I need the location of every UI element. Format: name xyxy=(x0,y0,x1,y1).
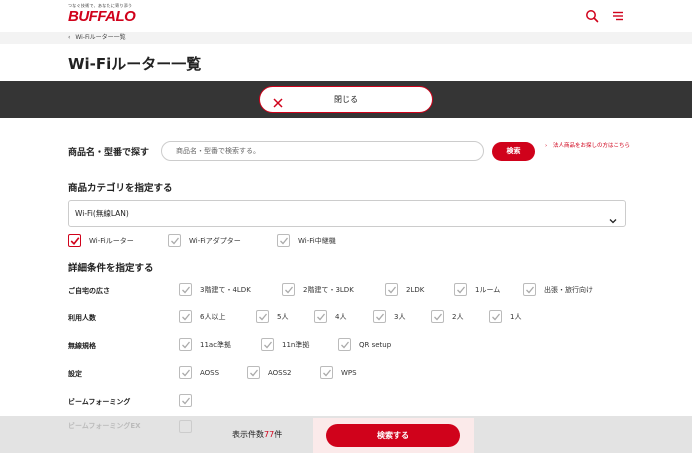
result-count-number: 77 xyxy=(264,430,275,439)
detail-checkbox[interactable]: 1人 xyxy=(489,310,521,323)
close-button[interactable]: 閉じる xyxy=(259,86,433,113)
checkbox-box xyxy=(277,234,290,247)
search-button[interactable]: 検索 xyxy=(492,142,535,161)
detail-checkbox[interactable]: 3階建て・4LDK xyxy=(179,283,251,296)
category-checkbox[interactable]: Wi-Fiルーター xyxy=(68,234,134,247)
checkbox-box xyxy=(489,310,502,323)
checkbox-box xyxy=(523,283,536,296)
category-section-title: 商品カテゴリを指定する xyxy=(68,183,173,194)
search-label: 商品名・型番で探す xyxy=(68,148,150,158)
checkbox-box xyxy=(282,283,295,296)
menu-icon[interactable] xyxy=(611,8,625,22)
checkbox-box xyxy=(385,283,398,296)
checkbox-box xyxy=(314,310,327,323)
breadcrumb: ‹ Wi-Fiルーター一覧 xyxy=(0,32,692,44)
checkbox-label: 2階建て・3LDK xyxy=(303,285,354,294)
breadcrumb-arrow-icon: ‹ xyxy=(68,34,71,41)
checkbox-box xyxy=(168,234,181,247)
detail-row-label: ご自宅の広さ xyxy=(68,287,110,295)
checkbox-box xyxy=(454,283,467,296)
checkbox-box xyxy=(179,338,192,351)
checkbox-label: 11ac準拠 xyxy=(200,340,232,349)
category-select-value: Wi-Fi(無線LAN) xyxy=(75,209,129,218)
detail-checkbox[interactable]: 2人 xyxy=(431,310,463,323)
checkbox-label: 出張・旅行向け xyxy=(544,285,593,294)
detail-checkbox[interactable]: 6人以上 xyxy=(179,310,225,323)
detail-checkbox[interactable]: 3人 xyxy=(373,310,405,323)
corporate-products-link[interactable]: › 法人商品をお探しの方はこちら xyxy=(545,142,635,151)
detail-checkbox[interactable]: 11ac準拠 xyxy=(179,338,231,351)
detail-checkbox[interactable]: 2LDK xyxy=(385,283,424,296)
detail-row-label: ビームフォーミング xyxy=(68,398,131,406)
details-section-title: 詳細条件を指定する xyxy=(68,263,154,274)
checkbox-label: Wi-Fiルーター xyxy=(89,236,134,245)
checkbox-box xyxy=(179,394,192,407)
detail-checkbox[interactable] xyxy=(179,394,200,407)
checkbox-label: 6人以上 xyxy=(200,312,226,321)
detail-checkbox[interactable]: 4人 xyxy=(314,310,346,323)
checkbox-box xyxy=(373,310,386,323)
detail-checkbox[interactable]: QR setup xyxy=(338,338,391,351)
logo-text: BUFFALO xyxy=(68,8,136,25)
checkbox-label: 3階建て・4LDK xyxy=(200,285,251,294)
corporate-products-link-text: 法人商品をお探しの方はこちら xyxy=(553,143,631,149)
result-count-prefix: 表示件数 xyxy=(232,430,264,439)
detail-checkbox[interactable]: WPS xyxy=(320,366,357,379)
checkbox-box xyxy=(68,234,81,247)
category-checkbox[interactable]: Wi-Fi中継機 xyxy=(277,234,336,247)
checkbox-label: Wi-Fi中継機 xyxy=(298,236,336,245)
checkbox-label: 1人 xyxy=(510,312,522,321)
checkbox-box xyxy=(179,283,192,296)
detail-row-label: 設定 xyxy=(68,370,82,378)
checkbox-box xyxy=(431,310,444,323)
checkbox-box xyxy=(179,366,192,379)
checkbox-label: 11n準拠 xyxy=(282,340,310,349)
result-count-suffix: 件 xyxy=(274,430,283,439)
site-header: つなぐ技術で、あなたに寄り添う BUFFALO xyxy=(0,0,692,32)
result-count: 表示件数77件 xyxy=(232,429,282,440)
checkbox-box xyxy=(338,338,351,351)
category-checkbox[interactable]: Wi-Fiアダプター xyxy=(168,234,241,247)
chevron-down-icon xyxy=(609,210,617,224)
checkbox-label: 2人 xyxy=(452,312,464,321)
checkbox-box xyxy=(256,310,269,323)
detail-row-label: ビームフォーミングEX xyxy=(68,422,141,430)
detail-checkbox[interactable]: 11n準拠 xyxy=(261,338,309,351)
detail-row-label: 無線規格 xyxy=(68,342,96,350)
search-icon[interactable] xyxy=(585,8,599,23)
checkbox-label: 2LDK xyxy=(406,285,425,294)
checkbox-box xyxy=(320,366,333,379)
detail-checkbox[interactable]: AOSS2 xyxy=(247,366,292,379)
checkbox-label: 4人 xyxy=(335,312,347,321)
checkbox-label: 3人 xyxy=(394,312,406,321)
checkbox-label: 1ルーム xyxy=(475,285,501,294)
detail-checkbox[interactable]: 1ルーム xyxy=(454,283,500,296)
detail-checkbox[interactable]: 5人 xyxy=(256,310,288,323)
detail-row-label: 利用人数 xyxy=(68,314,96,322)
submit-search-button[interactable]: 検索する xyxy=(326,424,460,447)
checkbox-label: Wi-Fiアダプター xyxy=(189,236,241,245)
logo[interactable]: つなぐ技術で、あなたに寄り添う BUFFALO xyxy=(68,3,136,25)
chevron-right-icon: › xyxy=(545,143,548,149)
checkbox-label: 5人 xyxy=(277,312,289,321)
checkbox-label: QR setup xyxy=(359,340,392,349)
checkbox-label: AOSS2 xyxy=(268,368,292,377)
checkbox-box xyxy=(247,366,260,379)
checkbox-box xyxy=(261,338,274,351)
detail-checkbox[interactable] xyxy=(179,420,192,433)
checkbox-label: WPS xyxy=(341,368,357,377)
detail-checkbox[interactable]: 2階建て・3LDK xyxy=(282,283,354,296)
checkbox-label: AOSS xyxy=(200,368,220,377)
search-input[interactable] xyxy=(161,141,484,161)
detail-checkbox[interactable]: AOSS xyxy=(179,366,219,379)
detail-checkbox[interactable]: 出張・旅行向け xyxy=(523,283,593,296)
category-select[interactable]: Wi-Fi(無線LAN) xyxy=(68,200,626,227)
checkbox-box xyxy=(179,310,192,323)
page-title: Wi-Fiルーター一覧 xyxy=(68,55,202,73)
close-button-label: 閉じる xyxy=(334,95,358,104)
breadcrumb-item[interactable]: Wi-Fiルーター一覧 xyxy=(75,34,125,41)
